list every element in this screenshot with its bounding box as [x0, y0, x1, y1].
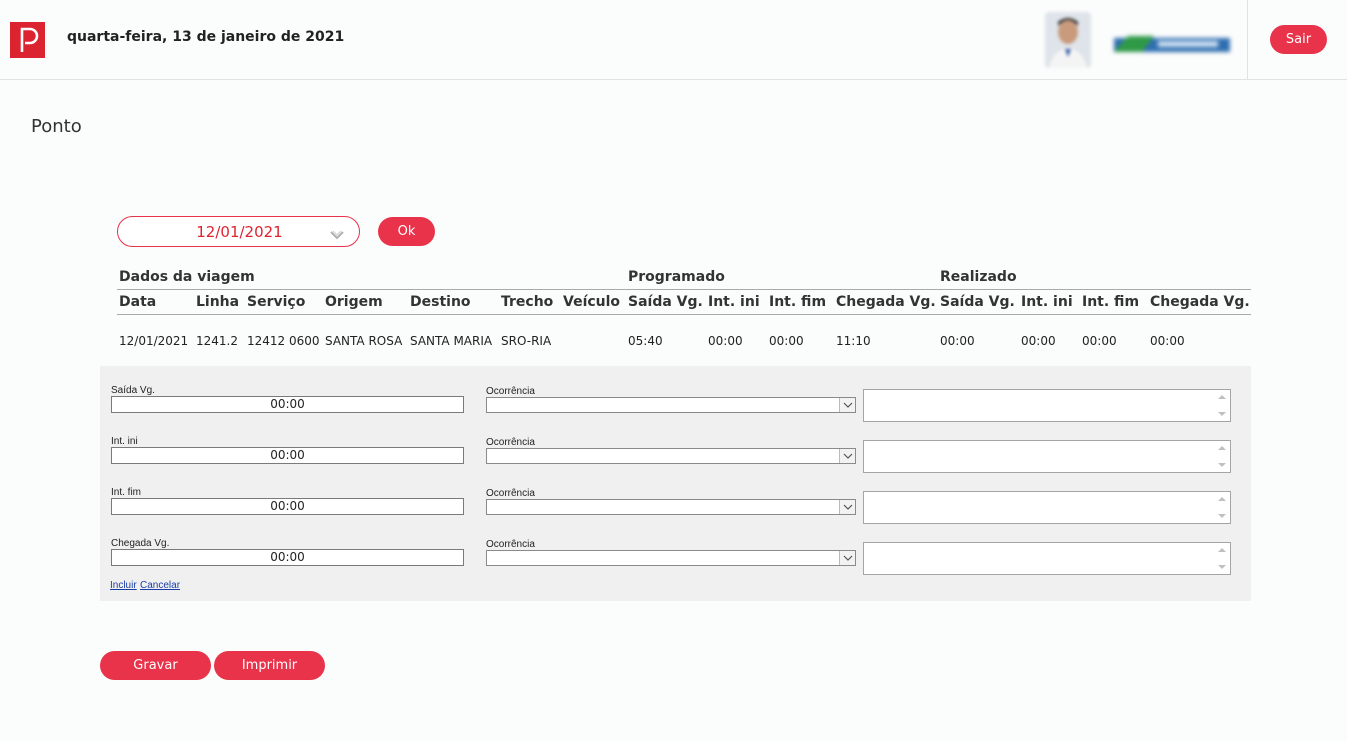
- col-header-destino: Destino: [410, 294, 471, 310]
- col-header-trecho: Trecho: [501, 294, 554, 310]
- scroll-down-icon[interactable]: [1218, 412, 1226, 416]
- save-button[interactable]: Gravar: [100, 651, 211, 680]
- top-header: quarta-feira, 13 de janeiro de 2021 Sair: [0, 0, 1347, 80]
- chevron-down-icon: [839, 551, 855, 565]
- col-header-real-int-ini: Int. ini: [1021, 294, 1073, 310]
- col-header-real-chegada: Chegada Vg.: [1150, 294, 1250, 310]
- cell-prog-int-ini: 00:00: [708, 334, 743, 348]
- scroll-up-icon[interactable]: [1218, 548, 1226, 552]
- logout-button[interactable]: Sair: [1270, 25, 1327, 54]
- scroll-down-icon[interactable]: [1218, 565, 1226, 569]
- scroll-up-icon[interactable]: [1218, 497, 1226, 501]
- cell-destino: SANTA MARIA: [410, 334, 493, 348]
- cell-real-int-fim: 00:00: [1082, 334, 1117, 348]
- cancel-link[interactable]: Cancelar: [140, 580, 180, 591]
- scroll-down-icon[interactable]: [1218, 514, 1226, 518]
- cell-origem: SANTA ROSA: [325, 334, 403, 348]
- scroll-up-icon[interactable]: [1218, 395, 1226, 399]
- int-ini-time-input[interactable]: 00:00: [111, 447, 464, 464]
- col-header-origem: Origem: [325, 294, 383, 310]
- group-header-actual: Realizado: [940, 269, 1017, 285]
- group-header-scheduled: Programado: [628, 269, 725, 285]
- date-select[interactable]: 12/01/2021: [117, 216, 360, 247]
- cell-servico: 12412 0600: [247, 334, 320, 348]
- date-select-value: 12/01/2021: [196, 223, 283, 241]
- col-header-prog-int-fim: Int. fim: [769, 294, 827, 310]
- occurrence-label: Ocorrência: [486, 386, 535, 397]
- occurrence-select[interactable]: [486, 499, 856, 515]
- cell-real-chegada: 00:00: [1150, 334, 1185, 348]
- chevron-down-icon: [839, 500, 855, 514]
- col-header-real-int-fim: Int. fim: [1082, 294, 1140, 310]
- scrollbar[interactable]: [1214, 390, 1230, 421]
- note-textarea[interactable]: [863, 440, 1231, 473]
- cell-trecho: SRO-RIA: [501, 334, 552, 348]
- note-textarea[interactable]: [863, 491, 1231, 524]
- current-date: quarta-feira, 13 de janeiro de 2021: [67, 29, 345, 45]
- header-divider-bottom: [117, 314, 1251, 315]
- col-header-prog-chegada: Chegada Vg.: [836, 294, 936, 310]
- scroll-down-icon[interactable]: [1218, 463, 1226, 467]
- col-header-prog-saida: Saída Vg.: [628, 294, 703, 310]
- chegada-time-input[interactable]: 00:00: [111, 549, 464, 566]
- red-p-logo-icon[interactable]: [10, 22, 45, 58]
- cell-real-int-ini: 00:00: [1021, 334, 1056, 348]
- col-header-prog-int-ini: Int. ini: [708, 294, 760, 310]
- chevron-down-icon: [839, 398, 855, 412]
- chevron-down-icon: [839, 449, 855, 463]
- scrollbar[interactable]: [1214, 441, 1230, 472]
- field-label: Int. fim: [111, 487, 142, 498]
- cell-real-saida: 00:00: [940, 334, 975, 348]
- occurrence-label: Ocorrência: [486, 488, 535, 499]
- page-title: Ponto: [31, 116, 82, 137]
- header-divider-top: [117, 289, 1251, 290]
- col-header-veiculo: Veículo: [563, 294, 621, 310]
- scroll-up-icon[interactable]: [1218, 446, 1226, 450]
- occurrence-select[interactable]: [486, 550, 856, 566]
- saida-time-input[interactable]: 00:00: [111, 396, 464, 413]
- occurrence-label: Ocorrência: [486, 437, 535, 448]
- note-textarea[interactable]: [863, 389, 1231, 422]
- cell-prog-chegada: 11:10: [836, 334, 871, 348]
- col-header-linha: Linha: [196, 294, 240, 310]
- chevron-down-icon: [329, 226, 345, 240]
- col-header-data: Data: [119, 294, 157, 310]
- note-textarea[interactable]: [863, 542, 1231, 575]
- cell-data: 12/01/2021: [119, 334, 189, 348]
- field-label: Chegada Vg.: [111, 538, 170, 549]
- cell-prog-saida: 05:40: [628, 334, 663, 348]
- include-link[interactable]: Incluir: [110, 580, 137, 591]
- cell-prog-int-fim: 00:00: [769, 334, 804, 348]
- company-logo: [1114, 32, 1230, 54]
- col-header-servico: Serviço: [247, 294, 306, 310]
- int-fim-time-input[interactable]: 00:00: [111, 498, 464, 515]
- ok-button[interactable]: Ok: [378, 217, 435, 246]
- scrollbar[interactable]: [1214, 492, 1230, 523]
- field-label: Saída Vg.: [111, 385, 155, 396]
- scrollbar[interactable]: [1214, 543, 1230, 574]
- user-avatar[interactable]: [1045, 12, 1091, 68]
- field-label: Int. ini: [111, 436, 138, 447]
- col-header-real-saida: Saída Vg.: [940, 294, 1015, 310]
- occurrence-label: Ocorrência: [486, 539, 535, 550]
- occurrence-select[interactable]: [486, 448, 856, 464]
- header-divider: [1247, 0, 1248, 80]
- cell-linha: 1241.2: [196, 334, 238, 348]
- occurrence-select[interactable]: [486, 397, 856, 413]
- group-header-trip: Dados da viagem: [119, 269, 255, 285]
- print-button[interactable]: Imprimir: [214, 651, 325, 680]
